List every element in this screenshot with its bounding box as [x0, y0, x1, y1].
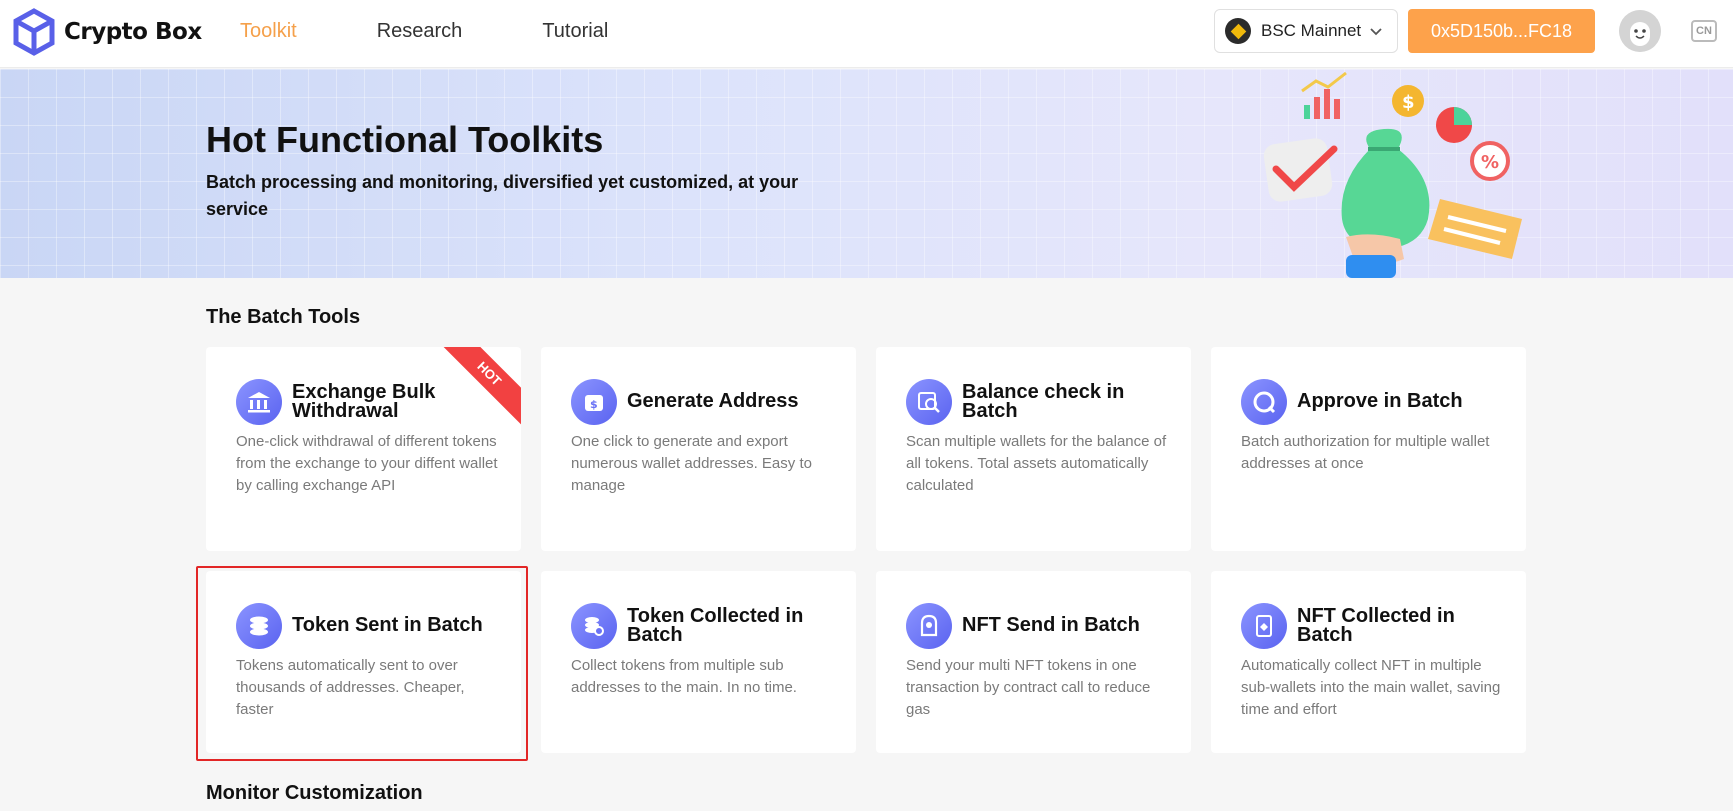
avatar[interactable] [1619, 10, 1661, 52]
card-generate-address[interactable]: $ Generate Address One click to generate… [541, 347, 856, 551]
card-approve-in-batch[interactable]: Approve in Batch Batch authorization for… [1211, 347, 1526, 551]
card-description: Send your multi NFT tokens in one transa… [906, 657, 1151, 718]
card-token-collected-in-batch[interactable]: Token Collected in Batch Collect tokens … [541, 571, 856, 753]
nav-research[interactable]: Research [377, 20, 463, 43]
logo-text: Crypto Box [64, 19, 202, 45]
top-header: Crypto Box Toolkit Research Tutorial BSC… [0, 0, 1733, 68]
hero-banner: Hot Functional Toolkits Batch processing… [0, 69, 1733, 278]
card-description: Automatically collect NFT in multiple su… [1241, 657, 1501, 718]
card-description: Tokens automatically sent to over thousa… [236, 657, 465, 718]
cube-logo-icon [13, 8, 55, 56]
svg-text:$: $ [590, 398, 598, 411]
wallet-address-button[interactable]: 0x5D150b...FC18 [1408, 9, 1595, 53]
nft-send-icon [906, 603, 952, 649]
card-description: Scan multiple wallets for the balance of… [906, 433, 1167, 494]
approve-icon [1241, 379, 1287, 425]
svg-text:%: % [1481, 152, 1499, 173]
card-nft-collected-in-batch[interactable]: NFT Collected in Batch Automatically col… [1211, 571, 1526, 753]
money-bag-illustration-icon: $ % [1263, 71, 1522, 278]
card-title: NFT Collected in Batch [1297, 605, 1455, 646]
card-description: One-click withdrawal of different tokens… [236, 433, 498, 494]
nft-collect-icon [1241, 603, 1287, 649]
batch-tools-heading: The Batch Tools [206, 306, 361, 328]
card-description: One click to generate and export numerou… [571, 433, 812, 494]
chevron-down-icon [1370, 28, 1382, 36]
card-nft-send-in-batch[interactable]: NFT Send in Batch Send your multi NFT to… [876, 571, 1191, 753]
card-title: Token Collected in Batch [627, 605, 804, 646]
card-title: Token Sent in Batch [292, 614, 483, 636]
avatar-face-icon [1619, 10, 1661, 52]
card-title: Generate Address [627, 390, 799, 412]
banner-title: Hot Functional Toolkits [206, 119, 604, 160]
balance-scan-icon [906, 379, 952, 425]
nav-tutorial[interactable]: Tutorial [542, 20, 608, 43]
monitor-customization-heading: Monitor Customization [206, 782, 423, 804]
logo[interactable]: Crypto Box [12, 8, 202, 56]
card-balance-check[interactable]: Balance check in Batch Scan multiple wal… [876, 347, 1191, 551]
coins-collect-icon [571, 603, 617, 649]
nav-toolkit[interactable]: Toolkit [240, 20, 297, 43]
main-nav: Toolkit Research Tutorial [240, 0, 688, 62]
card-title: Approve in Batch [1297, 390, 1463, 412]
network-select[interactable]: BSC Mainnet [1214, 9, 1398, 53]
card-title: NFT Send in Batch [962, 614, 1140, 636]
card-description: Batch authorization for multiple wallet … [1241, 433, 1490, 472]
language-toggle[interactable]: CN [1691, 20, 1717, 42]
card-exchange-bulk-withdrawal[interactable]: Exchange Bulk Withdrawal One-click withd… [206, 347, 521, 551]
banner-subtitle: Batch processing and monitoring, diversi… [206, 172, 799, 219]
card-title: Exchange Bulk Withdrawal [292, 381, 436, 422]
svg-text:$: $ [1402, 92, 1415, 113]
card-description: Collect tokens from multiple sub address… [571, 657, 797, 696]
bnb-icon [1225, 18, 1251, 44]
card-token-sent-in-batch[interactable]: Token Sent in Batch Tokens automatically… [206, 571, 521, 753]
card-title: Balance check in Batch [962, 381, 1125, 422]
coins-send-icon [236, 603, 282, 649]
bank-icon [236, 379, 282, 425]
network-label: BSC Mainnet [1261, 21, 1362, 40]
wallet-icon: $ [571, 379, 617, 425]
